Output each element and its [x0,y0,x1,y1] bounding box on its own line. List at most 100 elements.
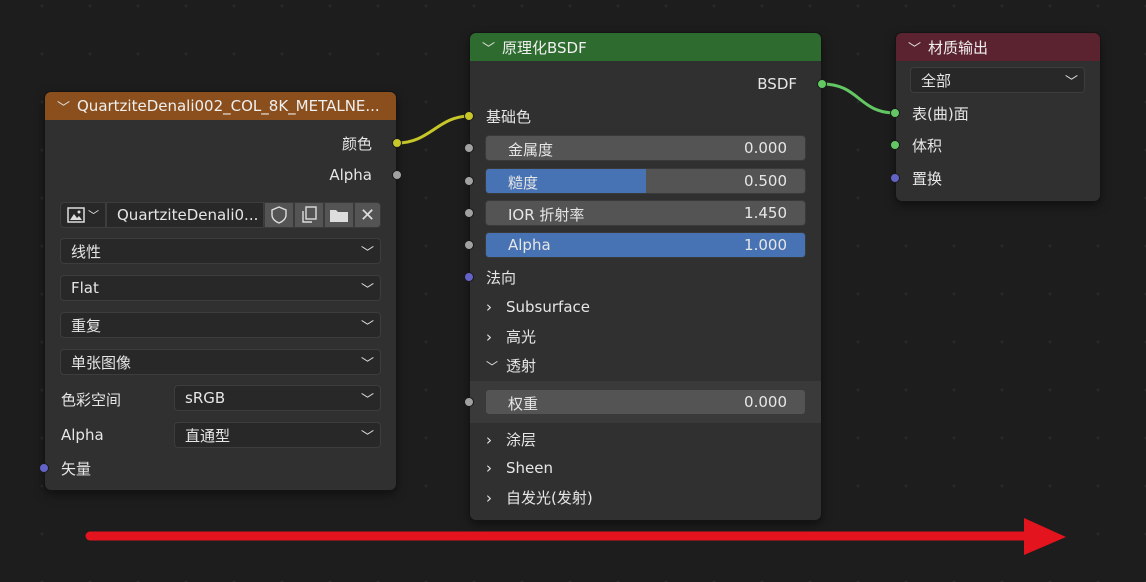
image-node-header[interactable]: ﹀ QuartziteDenali002_COL_8K_METALNE... [45,92,396,120]
surface-label: 表(曲)面 [912,104,969,123]
alpha-mode-select[interactable]: 直通型 ﹀ [174,422,381,448]
interpolation-value: 线性 [71,242,102,261]
bsdf-output-socket[interactable] [817,79,827,89]
folder-icon [330,210,348,222]
chevron-down-icon: ﹀ [360,430,374,445]
emission-panel[interactable]: › 自发光(发射) [470,484,821,510]
volume-socket[interactable] [890,140,900,150]
chevron-down-icon[interactable]: ﹀ [482,38,496,57]
roughness-socket[interactable] [464,176,474,186]
weight-label: 权重 [508,395,539,413]
output-node-title: 材质输出 [928,38,989,57]
sheen-label: Sheen [506,459,553,477]
arrow-head [1024,518,1066,555]
image-texture-node[interactable]: ﹀ QuartziteDenali002_COL_8K_METALNE... 颜… [39,92,402,490]
coat-label: 涂层 [506,430,537,449]
ior-value: 1.450 [744,204,787,222]
roughness-value: 0.500 [744,172,787,190]
source-select[interactable]: 单张图像 ﹀ [60,349,381,375]
vector-input-socket[interactable] [39,463,49,473]
surface-row: 表(曲)面 [890,100,1100,126]
surface-socket[interactable] [890,108,900,118]
chevron-right-icon: › [486,298,492,316]
chevron-down-icon: ﹀ [360,320,374,335]
transmission-panel[interactable]: ﹀ 透射 [470,352,821,378]
emission-label: 自发光(发射) [506,488,593,507]
color-space-value: sRGB [185,389,226,407]
chevron-down-icon: ﹀ [486,359,499,374]
image-node-title: QuartziteDenali002_COL_8K_METALNE... [77,97,380,115]
output-alpha-row: Alpha [45,162,402,188]
extension-select[interactable]: 重复 ﹀ [60,312,381,338]
alpha-field[interactable]: Alpha 1.000 [485,232,806,258]
output-alpha-socket[interactable] [392,170,402,180]
bsdf-output-label: BSDF [757,75,797,93]
metallic-socket[interactable] [464,143,474,153]
chevron-right-icon: › [486,459,492,477]
shield-icon [271,206,287,224]
coat-panel[interactable]: › 涂层 [470,426,821,452]
fake-user-button[interactable] [264,202,294,228]
weight-value: 0.000 [744,393,787,411]
output-alpha-label: Alpha [329,166,372,184]
subsurface-panel[interactable]: › Subsurface [470,294,821,320]
color-space-select[interactable]: sRGB ﹀ [174,385,381,411]
bsdf-output-row: BSDF [470,71,827,97]
sheen-header: › Sheen [486,459,553,477]
chevron-down-icon: ﹀ [360,283,374,298]
open-image-button[interactable] [324,202,354,228]
bsdf-node-header[interactable]: ﹀ 原理化BSDF [470,33,821,61]
bsdf-link [821,82,897,115]
vector-input-row: 矢量 [39,455,396,481]
image-name-field[interactable]: QuartziteDenali0... [106,202,264,228]
chevron-down-icon: ﹀ [360,357,374,372]
sheen-panel[interactable]: › Sheen [470,455,821,481]
chevron-right-icon: › [486,430,492,449]
volume-row: 体积 [890,132,1100,158]
chevron-down-icon[interactable]: ﹀ [908,38,922,57]
output-color-socket[interactable] [392,138,402,148]
duplicate-icon [302,206,317,223]
image-name: QuartziteDenali0... [117,206,259,224]
weight-field[interactable]: 权重 0.000 [485,389,806,415]
unlink-image-button[interactable]: ✕ [354,202,381,228]
ior-field[interactable]: IOR 折射率 1.450 [485,200,806,226]
material-output-node[interactable]: ﹀ 材质输出 全部 ﹀ 表(曲)面 体积 置换 [890,33,1100,201]
color-link [396,114,471,145]
chevron-right-icon: › [486,327,492,346]
transmission-label: 透射 [506,356,537,375]
displacement-label: 置换 [912,169,943,188]
target-value: 全部 [921,71,952,90]
metallic-field[interactable]: 金属度 0.000 [485,135,806,161]
close-icon: ✕ [359,204,376,226]
base-color-socket[interactable] [464,111,474,121]
output-node-header[interactable]: ﹀ 材质输出 [896,33,1100,61]
base-color-row: 基础色 [464,103,821,129]
alpha-mode-value: 直通型 [185,426,231,445]
output-color-label: 颜色 [341,134,372,153]
interpolation-select[interactable]: 线性 ﹀ [60,238,381,264]
metallic-value: 0.000 [744,139,787,157]
ior-label: IOR 折射率 [508,206,585,224]
base-color-label: 基础色 [486,107,532,126]
image-browse-button[interactable]: ﹀ [60,202,106,228]
coat-header: › 涂层 [486,429,536,450]
image-icon [67,207,85,223]
chevron-down-icon: ﹀ [360,246,374,261]
alpha-socket[interactable] [464,240,474,250]
specular-label: 高光 [506,327,537,346]
weight-socket[interactable] [464,397,474,407]
roughness-field[interactable]: 糙度 0.500 [485,168,806,194]
normal-socket[interactable] [464,272,474,282]
displacement-socket[interactable] [890,173,900,183]
normal-label: 法向 [486,268,517,287]
projection-select[interactable]: Flat ﹀ [60,275,381,301]
ior-socket[interactable] [464,208,474,218]
volume-label: 体积 [912,136,943,155]
principled-bsdf-node[interactable]: ﹀ 原理化BSDF BSDF 基础色 金属度 0.000 糙度 0.500 IO… [464,33,827,520]
target-select[interactable]: 全部 ﹀ [910,67,1085,93]
specular-panel[interactable]: › 高光 [470,323,821,349]
roughness-label: 糙度 [508,174,539,192]
chevron-down-icon[interactable]: ﹀ [57,97,71,116]
duplicate-image-button[interactable] [294,202,324,228]
